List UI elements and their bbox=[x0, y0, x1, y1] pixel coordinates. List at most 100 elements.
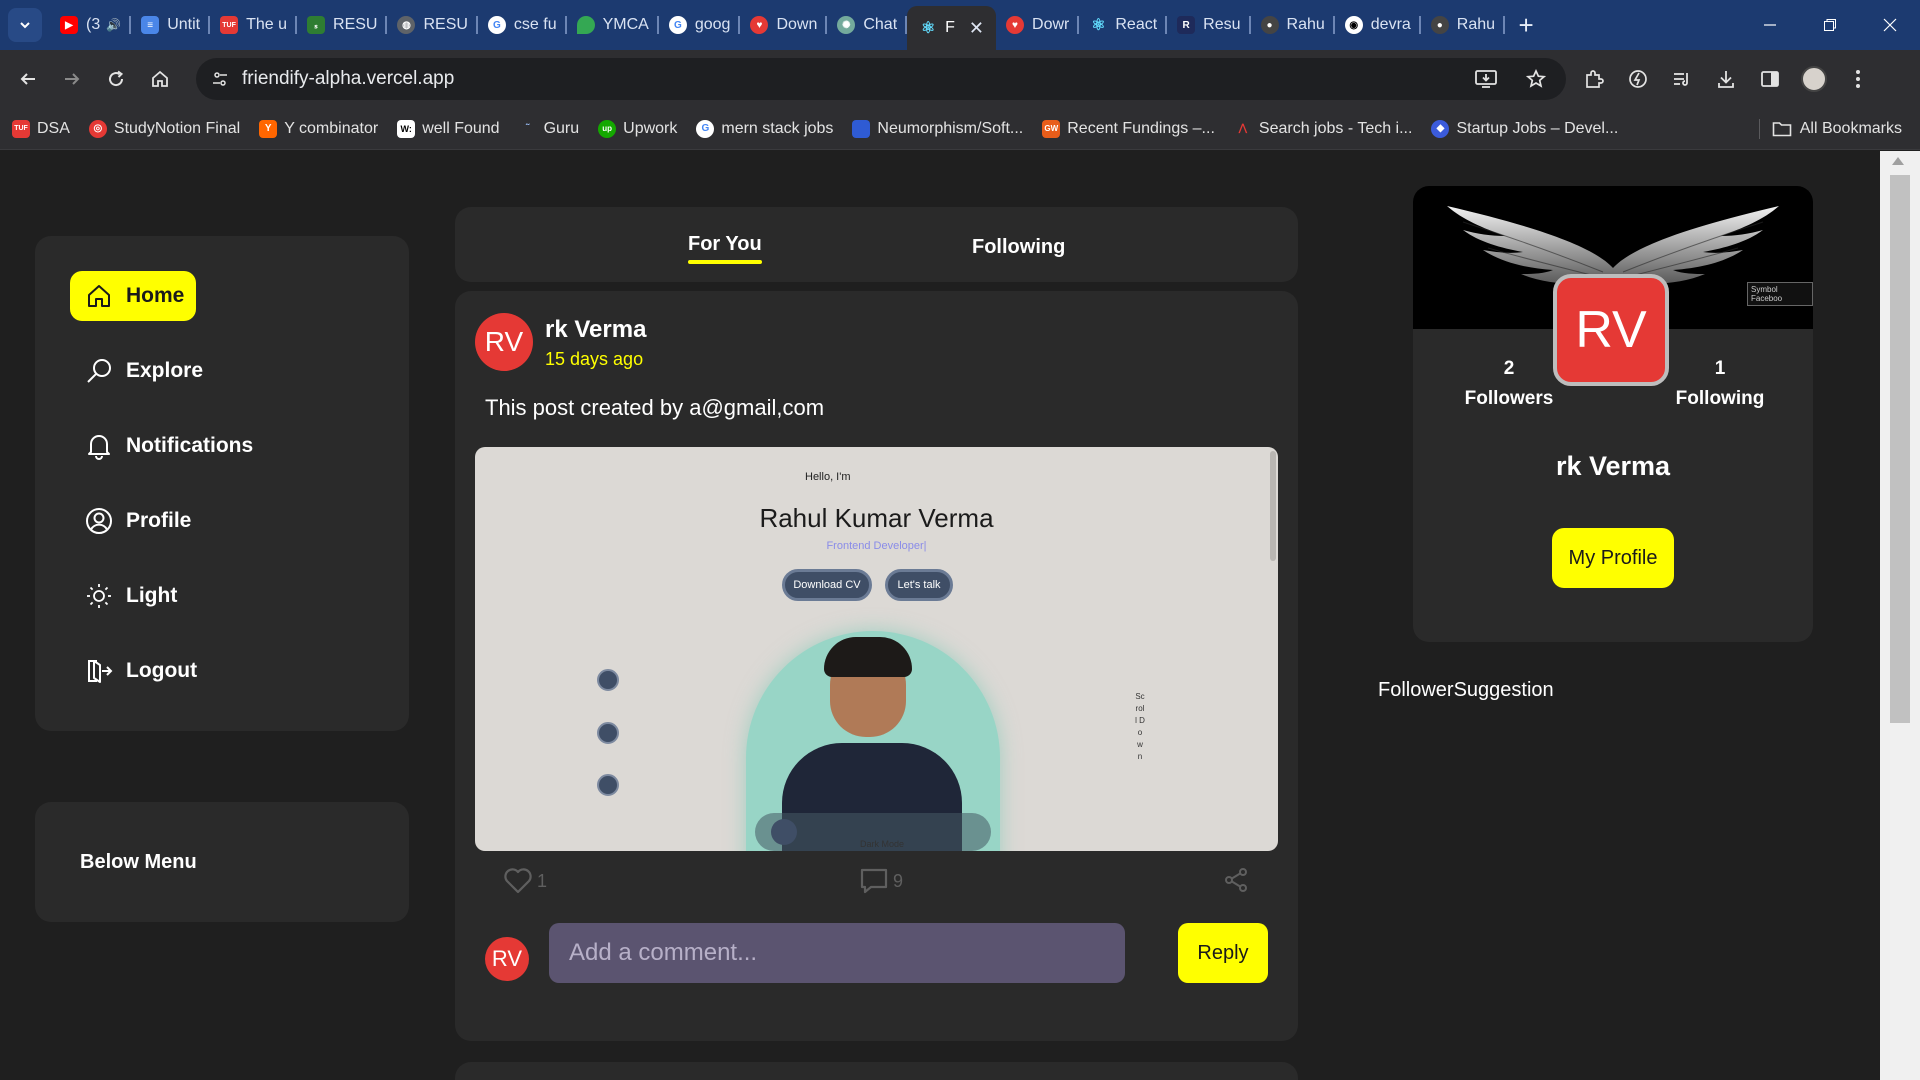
new-tab-button[interactable]: + bbox=[1509, 8, 1543, 42]
share-button[interactable] bbox=[1223, 867, 1249, 893]
tab-search-button[interactable] bbox=[8, 8, 42, 42]
home-button[interactable] bbox=[138, 57, 182, 101]
post-image[interactable]: Hello, I'm Rahul Kumar Verma Frontend De… bbox=[475, 447, 1278, 851]
close-window-button[interactable] bbox=[1860, 0, 1920, 50]
tab-title: devra bbox=[1370, 16, 1411, 33]
tab[interactable]: TUF The u bbox=[210, 7, 297, 43]
tab[interactable]: ● Rahu bbox=[1251, 7, 1336, 43]
below-menu-card: Below Menu bbox=[35, 802, 409, 922]
image-lets-talk: Let's talk bbox=[885, 569, 953, 601]
avatar bbox=[1801, 66, 1827, 92]
follower-suggestion-heading: FollowerSuggestion bbox=[1378, 679, 1554, 701]
tab[interactable]: ₛ RESU bbox=[297, 7, 388, 43]
tab[interactable]: ▶ (3 🔊 bbox=[50, 7, 132, 43]
bookmark-item[interactable]: ˜ Guru bbox=[519, 120, 579, 138]
performance-button[interactable] bbox=[1622, 63, 1654, 95]
bookmark-item[interactable]: up Upwork bbox=[598, 119, 677, 138]
scroll-thumb[interactable] bbox=[1890, 175, 1910, 723]
upwork-icon: up bbox=[598, 119, 617, 138]
close-icon[interactable]: ✕ bbox=[969, 18, 984, 39]
tab[interactable]: ♥ Dowr bbox=[996, 7, 1080, 43]
back-button[interactable] bbox=[6, 57, 50, 101]
person-icon: ● bbox=[1260, 16, 1279, 34]
bookmark-star-button[interactable] bbox=[1520, 63, 1552, 95]
side-panel-button[interactable] bbox=[1754, 63, 1786, 95]
docs-icon: ≡ bbox=[141, 16, 160, 34]
speaker-icon[interactable]: 🔊 bbox=[106, 18, 121, 32]
sidebar-item-label: Home bbox=[126, 284, 185, 307]
sidebar-item-profile[interactable]: Profile bbox=[70, 496, 203, 546]
sidebar-item-logout[interactable]: Logout bbox=[70, 646, 209, 696]
avatar[interactable]: RV bbox=[475, 313, 533, 371]
image-social-icon bbox=[597, 774, 619, 796]
sidebar-item-explore[interactable]: Explore bbox=[70, 346, 215, 396]
followers-stat[interactable]: 2 Followers bbox=[1439, 358, 1579, 410]
forward-button[interactable] bbox=[50, 57, 94, 101]
bookmarks-divider bbox=[1759, 119, 1760, 139]
tab-title: RESU bbox=[333, 16, 378, 33]
tab[interactable]: ● Rahu bbox=[1421, 7, 1506, 43]
browser-menu-button[interactable] bbox=[1842, 63, 1874, 95]
tab[interactable]: ♥ Down bbox=[740, 7, 828, 43]
page-scrollbar[interactable] bbox=[1880, 151, 1920, 1080]
home-icon bbox=[84, 281, 114, 311]
tab[interactable]: ✺ Chat bbox=[827, 7, 907, 43]
post-author[interactable]: rk Verma bbox=[545, 316, 646, 344]
side-panel-icon bbox=[1761, 71, 1779, 87]
restore-button[interactable] bbox=[1800, 0, 1860, 50]
bookmark-item[interactable]: ⋀ Search jobs - Tech i... bbox=[1234, 120, 1413, 138]
youtube-icon: ▶ bbox=[60, 16, 78, 34]
site-info-button[interactable] bbox=[206, 65, 234, 93]
profile-button[interactable] bbox=[1798, 63, 1830, 95]
profile-name: rk Verma bbox=[1555, 451, 1671, 481]
arrow-left-icon bbox=[20, 73, 35, 85]
scroll-up-arrow[interactable] bbox=[1892, 157, 1904, 165]
tab[interactable]: YMCA bbox=[567, 7, 660, 43]
minimize-button[interactable] bbox=[1740, 0, 1800, 50]
bookmark-item[interactable]: ◆ Startup Jobs – Devel... bbox=[1431, 119, 1618, 138]
comment-button[interactable]: 9 bbox=[859, 867, 903, 895]
reply-button[interactable]: Reply bbox=[1178, 923, 1268, 983]
tab[interactable]: Ggoog bbox=[659, 7, 741, 43]
playlist-icon bbox=[1674, 73, 1688, 86]
comment-input[interactable] bbox=[549, 923, 1125, 983]
media-control-button[interactable] bbox=[1666, 63, 1698, 95]
reload-button[interactable] bbox=[94, 57, 138, 101]
address-bar[interactable]: friendify-alpha.vercel.app bbox=[196, 58, 1566, 100]
bookmark-item[interactable]: Neumorphism/Soft... bbox=[852, 119, 1023, 138]
below-menu-label: Below Menu bbox=[80, 850, 197, 873]
tab[interactable]: ⚛ React bbox=[1079, 7, 1167, 43]
tab-title: Chat bbox=[863, 16, 898, 33]
like-count: 1 bbox=[537, 870, 548, 891]
tab[interactable]: R Resu bbox=[1167, 7, 1251, 43]
install-app-button[interactable] bbox=[1470, 63, 1502, 95]
downloads-button[interactable] bbox=[1710, 63, 1742, 95]
tab[interactable]: ◉ devra bbox=[1335, 7, 1421, 43]
bookmark-item[interactable]: TUF DSA bbox=[12, 119, 70, 138]
following-stat[interactable]: 1 Following bbox=[1650, 358, 1790, 410]
extensions-button[interactable] bbox=[1578, 63, 1610, 95]
tab-for-you[interactable]: For You bbox=[688, 233, 762, 264]
my-profile-button[interactable]: My Profile bbox=[1552, 528, 1674, 588]
image-text-scroll-down: Scroll Down bbox=[1135, 692, 1145, 761]
bookmark-item[interactable]: Y Y combinator bbox=[259, 119, 378, 138]
sidebar-item-light[interactable]: Light bbox=[70, 571, 189, 621]
all-bookmarks-button[interactable]: All Bookmarks bbox=[1772, 108, 1902, 150]
tab[interactable]: Gcse fu bbox=[478, 7, 567, 43]
bookmark-item[interactable]: GW Recent Fundings –... bbox=[1042, 119, 1215, 138]
sidebar-menu: Home Explore Notifications Profile Light bbox=[35, 236, 409, 731]
react-icon: ⚛ bbox=[1091, 17, 1106, 34]
home-icon bbox=[152, 70, 168, 87]
tab-following[interactable]: Following bbox=[972, 236, 1065, 259]
sidebar-item-notifications[interactable]: Notifications bbox=[70, 421, 265, 471]
person-icon: ● bbox=[1430, 16, 1449, 34]
tab[interactable]: ◍ RESU bbox=[387, 7, 479, 43]
bookmark-item[interactable]: W: well Found bbox=[397, 119, 500, 138]
url-text[interactable]: friendify-alpha.vercel.app bbox=[242, 68, 454, 90]
bookmark-item[interactable]: ◎ StudyNotion Final bbox=[88, 119, 240, 138]
sidebar-item-home[interactable]: Home bbox=[70, 271, 197, 321]
tab[interactable]: ≡ Untit bbox=[131, 7, 211, 43]
tab-active[interactable]: ⚛ F ✕ bbox=[907, 6, 997, 50]
like-button[interactable]: 1 bbox=[503, 867, 547, 895]
bookmark-item[interactable]: Gmern stack jobs bbox=[696, 119, 833, 138]
